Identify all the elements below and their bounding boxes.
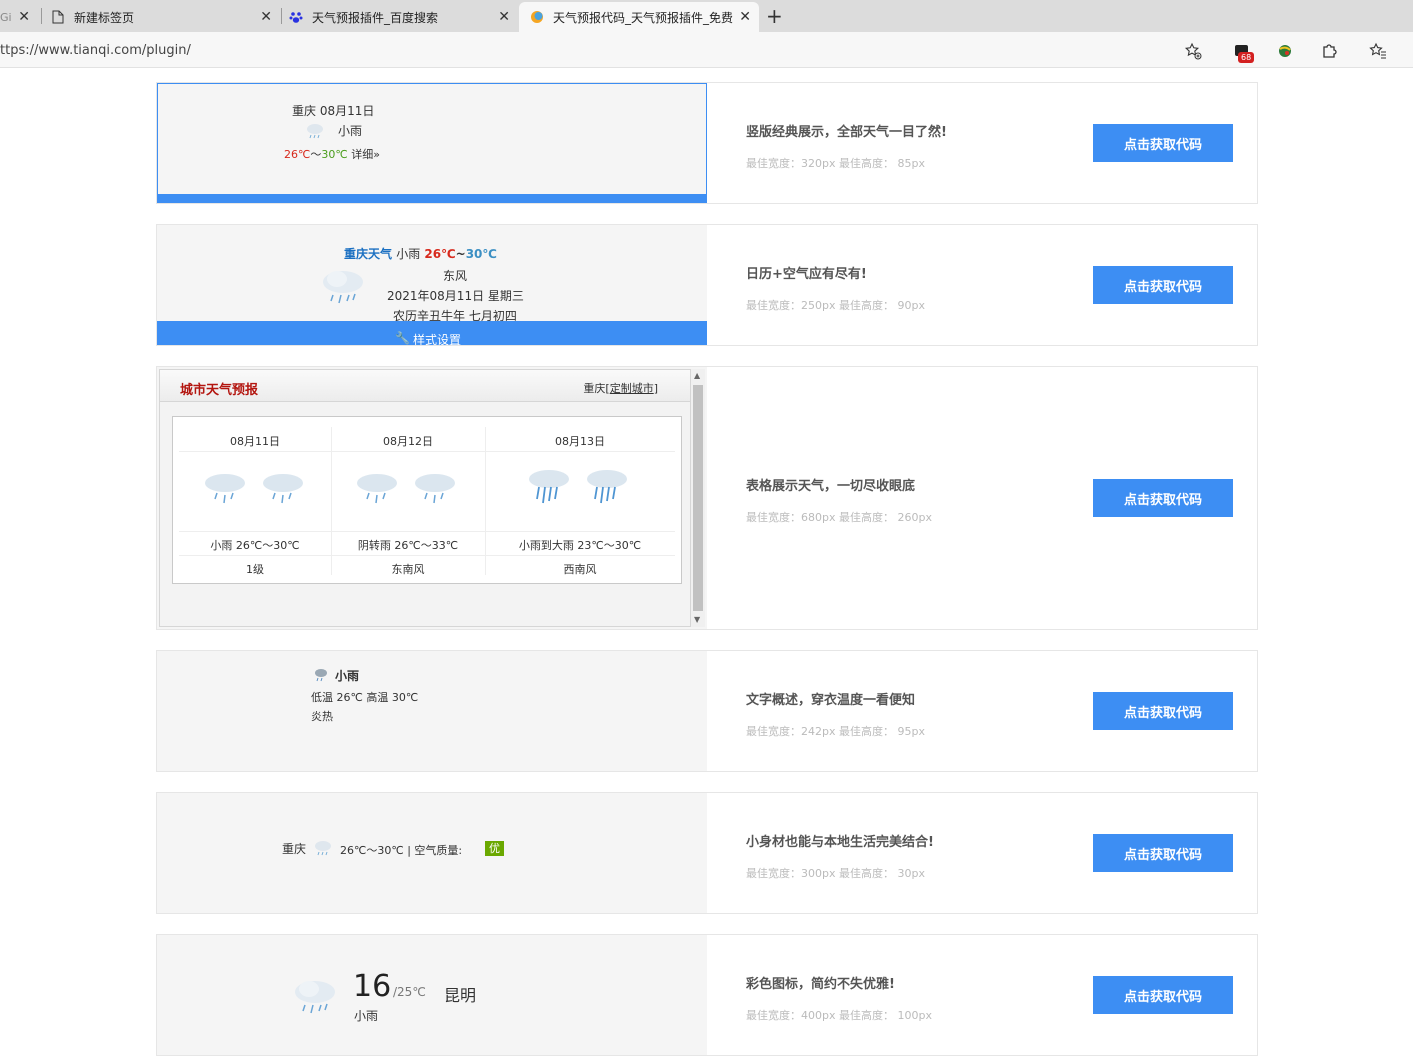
get-code-button[interactable]: 点击获取代码 (1093, 124, 1233, 162)
rain-icon (319, 267, 367, 313)
widget-title: 日历+空气应有尽有! (746, 267, 867, 282)
widget-preview-3: 城市天气预报 重庆[定制城市] 08月11日 小雨 26℃～30℃ 1级 08月… (157, 367, 707, 629)
widget-title: 表格展示天气，一切尽收眼底 (746, 479, 916, 494)
tianqi-logo-icon (529, 9, 545, 25)
favorites-icon[interactable] (1367, 40, 1389, 62)
tab-bar: Gi ✕ 新建标签页 ✕ 天气预报插件_百度搜索 ✕ 天气预报代码_天气预报插件… (0, 0, 1413, 32)
widget-preview-5: 重庆 26℃～30℃ | 空气质量: 优 (157, 793, 707, 913)
new-tab-button[interactable]: + (766, 4, 783, 28)
light-rain-icon (312, 839, 334, 861)
close-icon[interactable]: ✕ (260, 9, 272, 25)
widget-card-1: 重庆 08月11日 小雨 26℃～30℃ 详细» 竖版经典展示，全部天气一目了然… (156, 82, 1258, 204)
extensions-puzzle-icon[interactable] (1318, 40, 1340, 62)
heavy-rain-icon (527, 467, 631, 517)
widget-preview-6: 16 /25℃ 昆明 小雨 (157, 935, 707, 1055)
add-favorite-icon[interactable] (1182, 40, 1204, 62)
widget-size: 最佳宽度：680px 最佳高度： 260px (746, 511, 932, 524)
widget-title: 彩色图标，简约不失优雅! (746, 977, 895, 992)
air-quality-badge: 优 (485, 841, 504, 856)
widget-size: 最佳宽度：320px 最佳高度： 85px (746, 157, 925, 170)
widget-preview-1: 重庆 08月11日 小雨 26℃～30℃ 详细» (157, 83, 707, 203)
style-settings-bar[interactable]: 🔧 样式设置 (157, 321, 707, 345)
tab-baidu-search[interactable]: 天气预报插件_百度搜索 ✕ (288, 2, 518, 32)
forecast-table: 08月11日 小雨 26℃～30℃ 1级 08月12日 阴转雨 26℃～33℃ … (172, 416, 682, 584)
get-code-button[interactable]: 点击获取代码 (1093, 976, 1233, 1014)
page-icon (50, 9, 66, 25)
widget-preview-2: 重庆天气 小雨 26℃~30℃ 东风 2021年08月11日 星期三 农历辛丑牛… (157, 225, 707, 345)
widget-title: 文字概述，穿衣温度一看便知 (746, 693, 916, 708)
widget-card-5: 重庆 26℃～30℃ | 空气质量: 优 小身材也能与本地生活完美结合! 最佳宽… (156, 792, 1258, 914)
scrollbar-thumb[interactable] (693, 385, 703, 611)
rain-icon (291, 977, 339, 1023)
widget-size: 最佳宽度：250px 最佳高度： 90px (746, 299, 925, 312)
get-code-button[interactable]: 点击获取代码 (1093, 834, 1233, 872)
tab-new-tab[interactable]: 新建标签页 ✕ (50, 2, 280, 32)
light-rain-icon (203, 471, 307, 515)
light-rain-icon (304, 122, 326, 144)
widget-title: 小身材也能与本地生活完美结合! (746, 835, 934, 850)
forecast-header: 城市天气预报 (180, 383, 259, 398)
url-field[interactable]: ttps://www.tianqi.com/plugin/ (0, 43, 191, 58)
small-rain-icon (313, 667, 329, 687)
detail-link[interactable]: 详细» (351, 148, 380, 161)
wrench-icon: 🔧 (395, 331, 410, 345)
light-rain-icon (355, 471, 459, 515)
widget-title: 竖版经典展示，全部天气一目了然! (746, 125, 947, 140)
address-bar-row: ttps://www.tianqi.com/plugin/ (0, 32, 1413, 68)
widget-card-6: 16 /25℃ 昆明 小雨 彩色图标，简约不失优雅! 最佳宽度：400px 最佳… (156, 934, 1258, 1056)
scrollbar[interactable]: ▲ ▼ (691, 369, 705, 627)
globe-extension-icon[interactable] (1274, 40, 1296, 62)
widget-preview-4: 小雨 低温 26℃ 高温 30℃ 炎热 (157, 651, 707, 771)
widget-size: 最佳宽度：242px 最佳高度： 95px (746, 725, 925, 738)
widget-size: 最佳宽度：400px 最佳高度： 100px (746, 1009, 932, 1022)
get-code-button[interactable]: 点击获取代码 (1093, 266, 1233, 304)
widget-card-4: 小雨 低温 26℃ 高温 30℃ 炎热 文字概述，穿衣温度一看便知 最佳宽度：2… (156, 650, 1258, 772)
widget-size: 最佳宽度：300px 最佳高度： 30px (746, 867, 925, 880)
baidu-paw-icon (288, 9, 304, 25)
notification-badge: 68 (1238, 52, 1255, 63)
close-icon[interactable]: ✕ (498, 9, 510, 25)
scroll-up-icon[interactable]: ▲ (694, 371, 700, 380)
forecast-panel: 城市天气预报 重庆[定制城市] 08月11日 小雨 26℃～30℃ 1级 08月… (159, 369, 691, 627)
preview-bottom-bar (158, 194, 706, 202)
custom-city-link[interactable]: 定制城市 (610, 382, 654, 395)
close-icon[interactable]: ✕ (739, 9, 751, 25)
widget-card-2: 重庆天气 小雨 26℃~30℃ 东风 2021年08月11日 星期三 农历辛丑牛… (156, 224, 1258, 346)
tab-partial[interactable]: Gi ✕ (0, 2, 40, 32)
scroll-down-icon[interactable]: ▼ (694, 615, 700, 624)
tab-tianqi-plugin[interactable]: 天气预报代码_天气预报插件_免费 ✕ (519, 2, 759, 32)
widget-card-3: 城市天气预报 重庆[定制城市] 08月11日 小雨 26℃～30℃ 1级 08月… (156, 366, 1258, 630)
close-icon[interactable]: ✕ (18, 9, 30, 25)
get-code-button[interactable]: 点击获取代码 (1093, 692, 1233, 730)
current-temp: 16 (353, 969, 392, 1004)
get-code-button[interactable]: 点击获取代码 (1093, 479, 1233, 517)
